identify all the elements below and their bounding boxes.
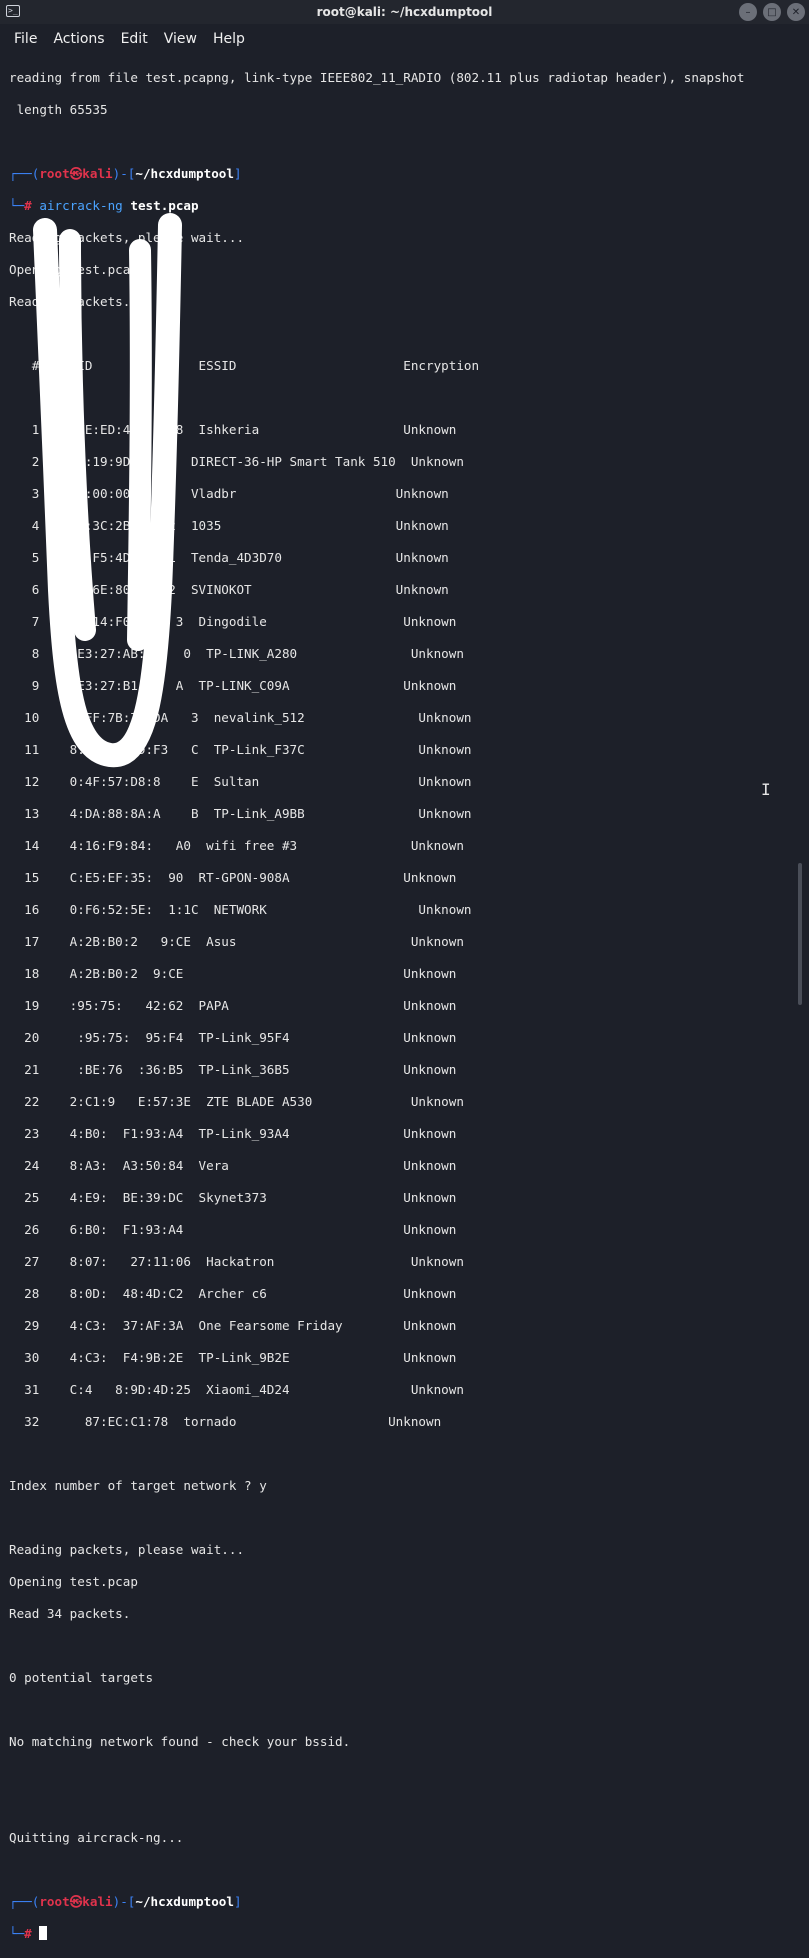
- network-row: 18 A:2B:B0:2 9:CE Unknown: [9, 966, 457, 981]
- network-row: 24 8:A3: A3:50:84 Vera Unknown: [9, 1158, 457, 1173]
- network-row: 32 87:EC:C1:78 tornado Unknown: [9, 1414, 442, 1429]
- network-row: 22 2:C1:9 E:57:3E ZTE BLADE A530 Unknown: [9, 1094, 464, 1109]
- menu-file[interactable]: File: [6, 31, 45, 47]
- network-row: 23 4:B0: F1:93:A4 TP-Link_93A4 Unknown: [9, 1126, 457, 1141]
- minimize-button[interactable]: –: [739, 3, 757, 21]
- close-button[interactable]: ✕: [787, 3, 805, 21]
- command-line: └─#: [9, 1926, 799, 1942]
- prompt-user: root: [39, 166, 70, 181]
- network-row: 16 0:F6:52:5E: 1:1C NETWORK Unknown: [9, 902, 472, 917]
- network-row: 29 4:C3: 37:AF:3A One Fearsome Friday Un…: [9, 1318, 457, 1333]
- menu-edit[interactable]: Edit: [113, 31, 156, 47]
- window-controls: – □ ✕: [739, 3, 805, 21]
- network-row: 27 8:07: 27:11:06 Hackatron Unknown: [9, 1254, 464, 1269]
- network-row: 12 0:4F:57:D8:8 E Sultan Unknown: [9, 774, 472, 789]
- output-line: Reading packets, please wait...: [9, 1542, 245, 1557]
- menu-bar: File Actions Edit View Help: [0, 26, 809, 52]
- output-line: Quitting aircrack-ng...: [9, 1830, 184, 1845]
- network-row: 20 :95:75: 95:F4 TP-Link_95F4 Unknown: [9, 1030, 457, 1045]
- output-line: Index number of target network ? y: [9, 1478, 267, 1493]
- network-row: 13 4:DA:88:8A:A B TP-Link_A9BB Unknown: [9, 806, 472, 821]
- redaction-scribble: [33, 213, 182, 768]
- network-row: 19 :95:75: 42:62 PAPA Unknown: [9, 998, 457, 1013]
- ibeam-cursor-icon: I: [761, 780, 771, 799]
- network-row: 14 4:16:F9:84: A0 wifi free #3 Unknown: [9, 838, 464, 853]
- output-line: 0 potential targets: [9, 1670, 154, 1685]
- network-row: 21 :BE:76 :36:B5 TP-Link_36B5 Unknown: [9, 1062, 457, 1077]
- terminal-app-icon: >_: [6, 5, 20, 17]
- title-bar: >_ root@kali: ~/hcxdumptool – □ ✕: [0, 0, 809, 24]
- menu-view[interactable]: View: [156, 31, 205, 47]
- output-line: length 65535: [9, 102, 108, 117]
- network-row: 30 4:C3: F4:9B:2E TP-Link_9B2E Unknown: [9, 1350, 457, 1365]
- network-row: 26 6:B0: F1:93:A4 Unknown: [9, 1222, 457, 1237]
- output-line: Read 34 packets.: [9, 1606, 131, 1621]
- window-title: root@kali: ~/hcxdumptool: [316, 5, 493, 19]
- network-row: 25 4:E9: BE:39:DC Skynet373 Unknown: [9, 1190, 457, 1205]
- network-row: 31 C:4 8:9D:4D:25 Xiaomi_4D24 Unknown: [9, 1382, 464, 1397]
- network-row: 17 A:2B:B0:2 9:CE Asus Unknown: [9, 934, 464, 949]
- output-line: No matching network found - check your b…: [9, 1734, 351, 1749]
- prompt-path: ~/hcxdumptool: [135, 166, 234, 181]
- scrollbar[interactable]: [798, 863, 802, 1005]
- network-row: 15 C:E5:EF:35: 90 RT-GPON-908A Unknown: [9, 870, 457, 885]
- maximize-button[interactable]: □: [763, 3, 781, 21]
- prompt-line: ┌──(root㉿kali)-[~/hcxdumptool]: [9, 1894, 242, 1909]
- prompt-line: ┌──(root㉿kali)-[~/hcxdumptool]: [9, 166, 242, 181]
- menu-actions[interactable]: Actions: [45, 31, 112, 47]
- output-line: Opening test.pcap: [9, 1574, 138, 1589]
- output-line: reading from file test.pcapng, link-type…: [9, 70, 745, 85]
- text-cursor: [39, 1926, 48, 1940]
- prompt-host: kali: [82, 166, 113, 181]
- menu-help[interactable]: Help: [205, 31, 253, 47]
- network-row: 28 8:0D: 48:4D:C2 Archer c6 Unknown: [9, 1286, 457, 1301]
